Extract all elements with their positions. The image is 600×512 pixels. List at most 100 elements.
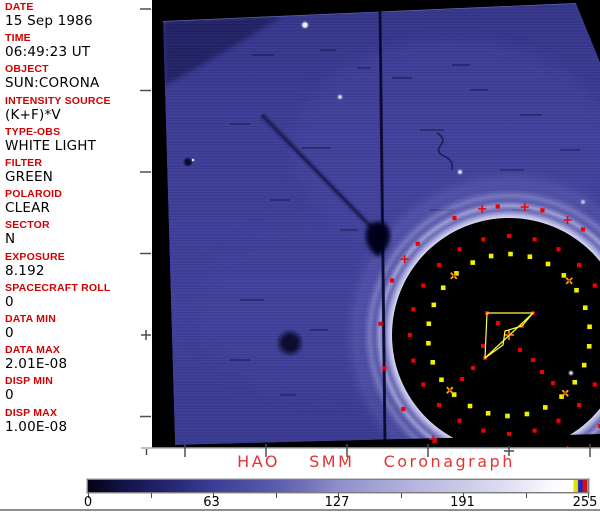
red-outer-ring-marker <box>390 278 394 282</box>
red-inner-ring-marker <box>593 283 597 287</box>
field-label: DISP MIN <box>5 376 53 387</box>
small-dark-dot <box>184 158 192 166</box>
red-inner-ring-marker <box>457 247 461 251</box>
yellow-limb-ring-marker <box>572 380 577 385</box>
yellow-limb-ring-marker <box>470 260 475 265</box>
red-inner-ring-marker <box>593 382 597 386</box>
colorbar-gradient <box>88 480 588 492</box>
colorbar <box>87 479 589 493</box>
red-outer-ring-marker <box>378 322 382 326</box>
red-inner-ring-marker <box>408 333 412 337</box>
sidebar-field-data-max: DATA MAX2.01E-08 <box>5 345 67 372</box>
sidebar-field-exposure: EXPOSURE8.192 <box>5 252 65 279</box>
x-marker-center <box>449 389 451 391</box>
sidebar-field-data-min: DATA MIN0 <box>5 314 56 341</box>
red-inner-ring-marker <box>437 263 441 267</box>
coronagraph-image-area <box>152 0 600 448</box>
red-outer-ring-marker <box>401 407 405 411</box>
sidebar-field-spacecraft-roll: SPACECRAFT ROLL0 <box>5 283 110 310</box>
field-value: 0 <box>5 326 56 341</box>
red-inner-ring-marker <box>421 382 425 386</box>
sidebar-field-sector: SECTORN <box>5 220 50 247</box>
yellow-limb-ring-marker <box>432 303 437 308</box>
colorbar-label-63: 63 <box>203 495 220 510</box>
coronagraph-image <box>152 0 600 448</box>
yellow-limb-ring-marker <box>583 305 588 310</box>
field-value: WHITE LIGHT <box>5 139 96 154</box>
field-label: TYPE-OBS <box>5 127 96 138</box>
red-inner-ring-marker <box>577 403 581 407</box>
field-label: INTENSITY SOURCE <box>5 96 111 107</box>
field-value: SUN:CORONA <box>5 76 100 91</box>
red-inner-ring-marker <box>411 307 415 311</box>
x-marker-center <box>568 280 570 282</box>
colorbar-tick <box>401 493 402 498</box>
red-inner-ring-marker <box>577 263 581 267</box>
scatter-marker <box>460 377 464 381</box>
colorbar-tick <box>276 493 277 498</box>
sidebar-field-disp-min: DISP MIN0 <box>5 376 53 403</box>
red-inner-ring-marker <box>457 419 461 423</box>
colorbar-tick <box>526 493 527 498</box>
field-value: N <box>5 232 50 247</box>
scatter-marker <box>518 348 522 352</box>
yellow-limb-ring-marker <box>562 273 567 278</box>
field-label: POLAROID <box>5 189 62 200</box>
red-outer-ring-marker <box>452 216 456 220</box>
field-label: EXPOSURE <box>5 252 65 263</box>
red-inner-ring-marker <box>437 403 441 407</box>
field-label: DATE <box>5 2 93 13</box>
red-inner-ring-marker <box>507 432 511 436</box>
red-outer-ring-marker <box>496 204 500 208</box>
small-bright-speck <box>192 159 195 162</box>
sidebar-field-type-obs: TYPE-OBSWHITE LIGHT <box>5 127 96 154</box>
red-inner-ring-marker <box>507 234 511 238</box>
yellow-limb-ring-marker <box>546 262 551 267</box>
red-inner-ring-marker <box>556 419 560 423</box>
colorbar-label-127: 127 <box>325 495 350 510</box>
window-bottom-border <box>0 509 600 511</box>
field-value: 06:49:23 UT <box>5 45 90 60</box>
field-value: 2.01E-08 <box>5 357 67 372</box>
yellow-limb-ring-marker <box>525 412 530 417</box>
yellow-limb-ring-marker <box>439 377 444 382</box>
field-label: DATA MAX <box>5 345 67 356</box>
yellow-limb-ring-marker <box>582 363 587 368</box>
red-outer-ring-marker <box>382 366 386 370</box>
sidebar-field-filter: FILTERGREEN <box>5 158 53 185</box>
field-value: 0 <box>5 295 110 310</box>
red-inner-ring-marker <box>481 429 485 433</box>
scatter-marker <box>496 321 500 325</box>
scatter-marker <box>551 381 555 385</box>
red-outer-ring-marker <box>581 227 585 231</box>
sidebar-field-polaroid: POLAROIDCLEAR <box>5 189 62 216</box>
field-label: TIME <box>5 33 90 44</box>
yellow-limb-ring-marker <box>426 341 431 346</box>
red-inner-ring-marker <box>533 237 537 241</box>
field-label: DATA MIN <box>5 314 56 325</box>
red-inner-ring-marker <box>533 429 537 433</box>
field-value: 15 Sep 1986 <box>5 14 93 29</box>
field-label: DISP MAX <box>5 408 67 419</box>
red-inner-ring-marker <box>421 283 425 287</box>
plot-title: HAO SMM Coronagraph <box>152 452 600 471</box>
yellow-limb-ring-marker <box>508 252 513 257</box>
scatter-marker <box>531 358 535 362</box>
yellow-limb-ring-marker <box>528 254 533 259</box>
sidebar-field-time: TIME06:49:23 UT <box>5 33 90 60</box>
colorbar-label-191: 191 <box>450 495 475 510</box>
red-outer-ring-marker <box>416 242 420 246</box>
sidebar-field-date: DATE15 Sep 1986 <box>5 2 93 29</box>
field-value: 8.192 <box>5 264 65 279</box>
field-label: FILTER <box>5 158 53 169</box>
red-inner-ring-marker <box>481 237 485 241</box>
red-outer-ring-marker <box>540 208 544 212</box>
yellow-limb-ring-marker <box>574 288 579 293</box>
yellow-limb-ring-marker <box>430 360 435 365</box>
red-inner-ring-marker <box>556 247 560 251</box>
yellow-limb-ring-marker <box>426 321 431 326</box>
red-inner-ring-marker <box>411 359 415 363</box>
colorbar-label-0: 0 <box>84 495 92 510</box>
yellow-limb-ring-marker <box>505 414 510 419</box>
yellow-limb-ring-marker <box>468 404 473 409</box>
